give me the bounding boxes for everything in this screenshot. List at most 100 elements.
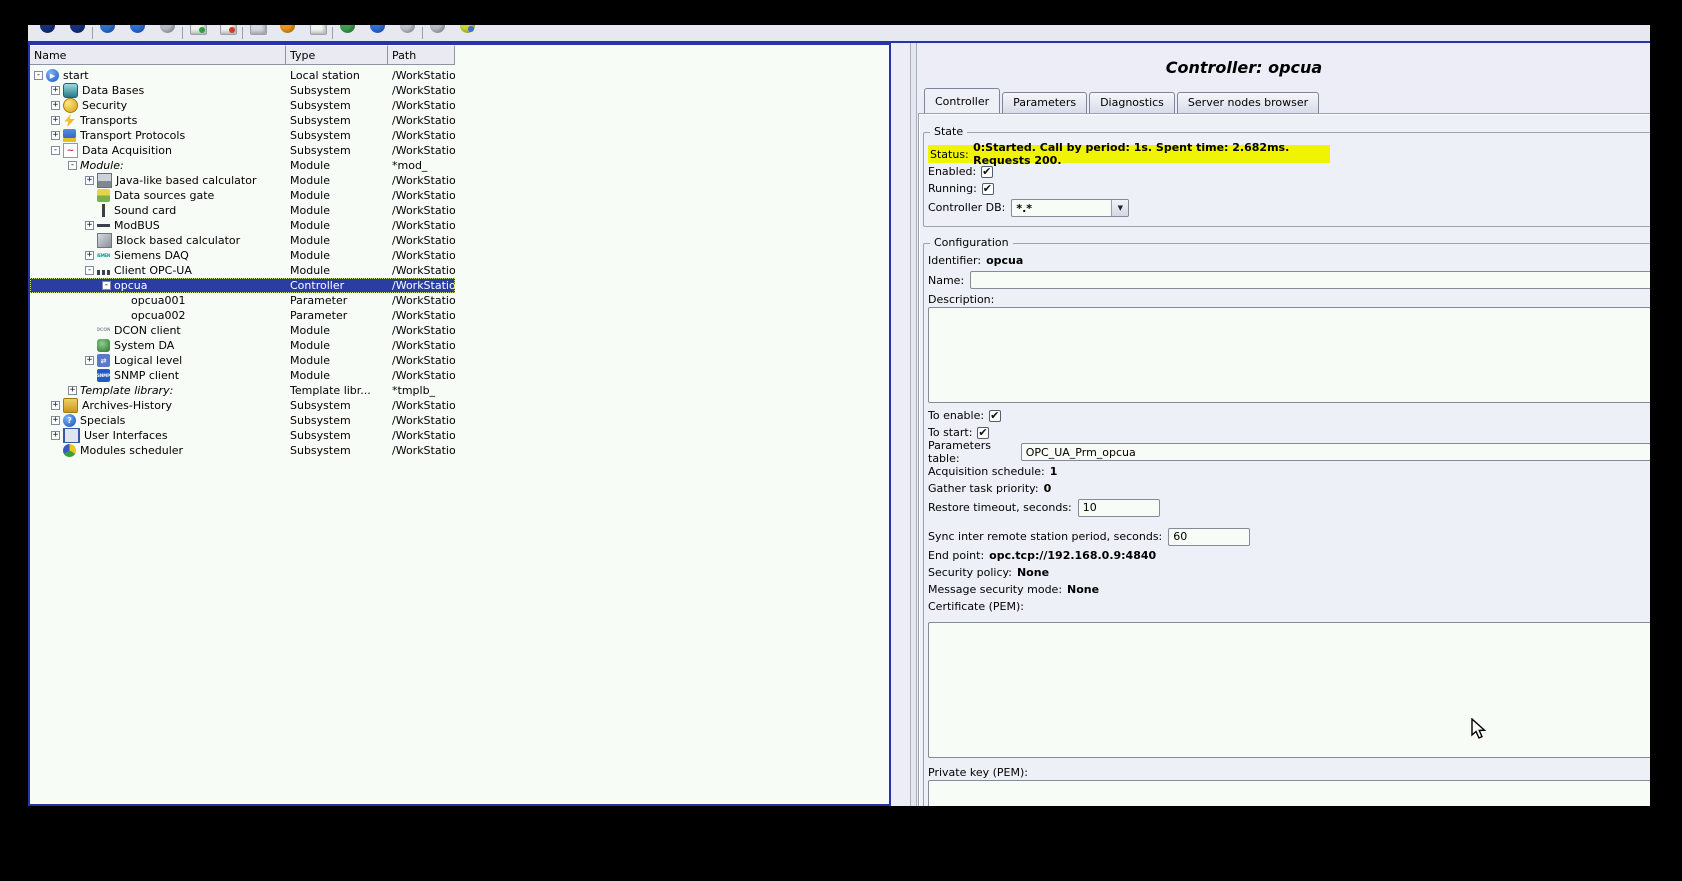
tree-row-modules-scheduler[interactable]: Modules schedulerSubsystem/WorkStation..… [30,443,889,458]
tree-cell-name: Sound card [30,203,286,218]
tree-item-label: Archives-History [82,399,172,412]
toolbar-icon[interactable] [460,25,475,33]
tree-cell-name: +⇄Logical level [30,353,286,368]
tree-item-label: Modules scheduler [80,444,183,457]
tree-cell-name: +Template library: [30,383,286,398]
tree-row-modbus[interactable]: +ModBUSModule/WorkStation... [30,218,889,233]
expand-icon[interactable]: + [85,251,94,260]
tree-row-template-library-[interactable]: +Template library:Template libr...*tmplb… [30,383,889,398]
tree-row-opcua001[interactable]: opcua001Parameter/WorkStation... [30,293,889,308]
tree-cell-name: +Transport Protocols [30,128,286,143]
toolbar-icon[interactable] [400,25,415,33]
tree-cell-name: Modules scheduler [30,443,286,458]
expand-icon[interactable]: + [85,356,94,365]
description-textarea[interactable] [928,307,1650,403]
end-point-label: End point: [928,549,984,562]
collapse-icon[interactable]: - [34,71,43,80]
expand-icon[interactable]: + [85,176,94,185]
tree-row-security[interactable]: +SecuritySubsystem/WorkStation... [30,98,889,113]
to-enable-checkbox[interactable] [989,410,1001,422]
tree-item-label: DCON client [114,324,181,337]
toolbar-icon[interactable] [130,25,145,33]
toolbar-icon[interactable] [340,25,355,33]
tree-row-start[interactable]: -▶startLocal station/WorkStation [30,68,889,83]
toolbar-icon[interactable] [160,25,175,33]
tree-row-transports[interactable]: +TransportsSubsystem/WorkStation... [30,113,889,128]
tree-row-snmp-client[interactable]: SNMPSNMP clientModule/WorkStation... [30,368,889,383]
expand-icon[interactable]: + [51,401,60,410]
toolbar-icon[interactable] [40,25,55,33]
tree-column-type[interactable]: Type [286,45,388,65]
panel-splitter[interactable] [910,43,917,806]
tree-row-siemens-daq[interactable]: +SIEMENSSiemens DAQModule/WorkStation... [30,248,889,263]
expand-icon[interactable]: + [51,101,60,110]
toolbar-icon[interactable] [310,25,327,35]
tree-row-transport-protocols[interactable]: +Transport ProtocolsSubsystem/WorkStatio… [30,128,889,143]
controller-db-select[interactable]: *.* ▼ [1011,199,1129,217]
parameters-table-input[interactable] [1021,443,1650,461]
tree-column-name[interactable]: Name [30,45,286,65]
expand-icon[interactable]: + [51,416,60,425]
expand-icon[interactable]: + [51,116,60,125]
tab-server-nodes-browser[interactable]: Server nodes browser [1177,92,1319,113]
toolbar-icon[interactable] [190,25,207,35]
tree-cell-name: -Client OPC-UA [30,263,286,278]
running-checkbox[interactable] [982,183,994,195]
configuration-group: Configuration Identifier: opcua Name: De… [923,243,1650,806]
tree-row-data-bases[interactable]: +Data BasesSubsystem/WorkStation... [30,83,889,98]
tree-column-path[interactable]: Path [388,45,455,65]
tree-row-block-based-calculator[interactable]: Block based calculatorModule/WorkStation… [30,233,889,248]
tree-row-data-sources-gate[interactable]: Data sources gateModule/WorkStation... [30,188,889,203]
expand-icon[interactable]: + [85,221,94,230]
tree-row-java-like-based-calculator[interactable]: +Java-like based calculatorModule/WorkSt… [30,173,889,188]
restore-timeout-input[interactable] [1078,499,1160,517]
private-key-textarea[interactable] [928,780,1650,806]
tree-row-data-acquisition[interactable]: -~Data AcquisitionSubsystem/WorkStation.… [30,143,889,158]
tree-row-opcua002[interactable]: opcua002Parameter/WorkStation... [30,308,889,323]
collapse-icon[interactable]: - [68,161,77,170]
toolbar [28,25,1650,42]
chevron-down-icon[interactable]: ▼ [1111,200,1128,216]
collapse-icon[interactable]: - [102,281,111,290]
toolbar-icon[interactable] [430,25,445,33]
expand-icon[interactable]: + [51,431,60,440]
tree-row-user-interfaces[interactable]: +User InterfacesSubsystem/WorkStation... [30,428,889,443]
expand-icon[interactable]: + [51,86,60,95]
tab-controller[interactable]: Controller [924,88,1000,113]
collapse-icon[interactable]: - [51,146,60,155]
tab-parameters[interactable]: Parameters [1002,92,1087,113]
tree-row-system-da[interactable]: System DAModule/WorkStation... [30,338,889,353]
collapse-icon[interactable]: - [85,266,94,275]
tree-row-module-[interactable]: -Module:Module*mod_ [30,158,889,173]
tree-item-label: ModBUS [114,219,160,232]
tree-cell-type: Subsystem [286,428,388,443]
tab-diagnostics[interactable]: Diagnostics [1089,92,1175,113]
tree-cell-type: Controller [286,278,388,293]
tree-row-specials[interactable]: +?SpecialsSubsystem/WorkStation... [30,413,889,428]
databases-icon [63,83,78,98]
end-point-value: opc.tcp://192.168.0.9:4840 [989,549,1156,562]
tree-row-logical-level[interactable]: +⇄Logical levelModule/WorkStation... [30,353,889,368]
to-start-label: To start: [928,426,972,439]
toolbar-icon[interactable] [100,25,115,33]
tree-row-client-opc-ua[interactable]: -Client OPC-UAModule/WorkStation... [30,263,889,278]
toolbar-icon[interactable] [70,25,85,33]
sync-period-input[interactable] [1168,528,1250,546]
tree-cell-name: System DA [30,338,286,353]
security-policy-label: Security policy: [928,566,1012,579]
toolbar-icon[interactable] [280,25,295,33]
name-input[interactable] [970,271,1650,289]
toolbar-icon[interactable] [220,25,237,35]
to-start-checkbox[interactable] [977,427,989,439]
identifier-label: Identifier: [928,254,981,267]
enabled-checkbox[interactable] [981,166,993,178]
tree-row-sound-card[interactable]: Sound cardModule/WorkStation... [30,203,889,218]
toolbar-icon[interactable] [370,25,385,33]
toolbar-icon[interactable] [250,25,267,35]
tree-row-opcua[interactable]: -opcuaController/WorkStation... [30,278,455,293]
expand-icon[interactable]: + [51,131,60,140]
tree-row-dcon-client[interactable]: DCONDCON clientModule/WorkStation... [30,323,889,338]
expand-icon[interactable]: + [68,386,77,395]
certificate-textarea[interactable] [928,622,1650,758]
tree-row-archives-history[interactable]: +Archives-HistorySubsystem/WorkStation..… [30,398,889,413]
